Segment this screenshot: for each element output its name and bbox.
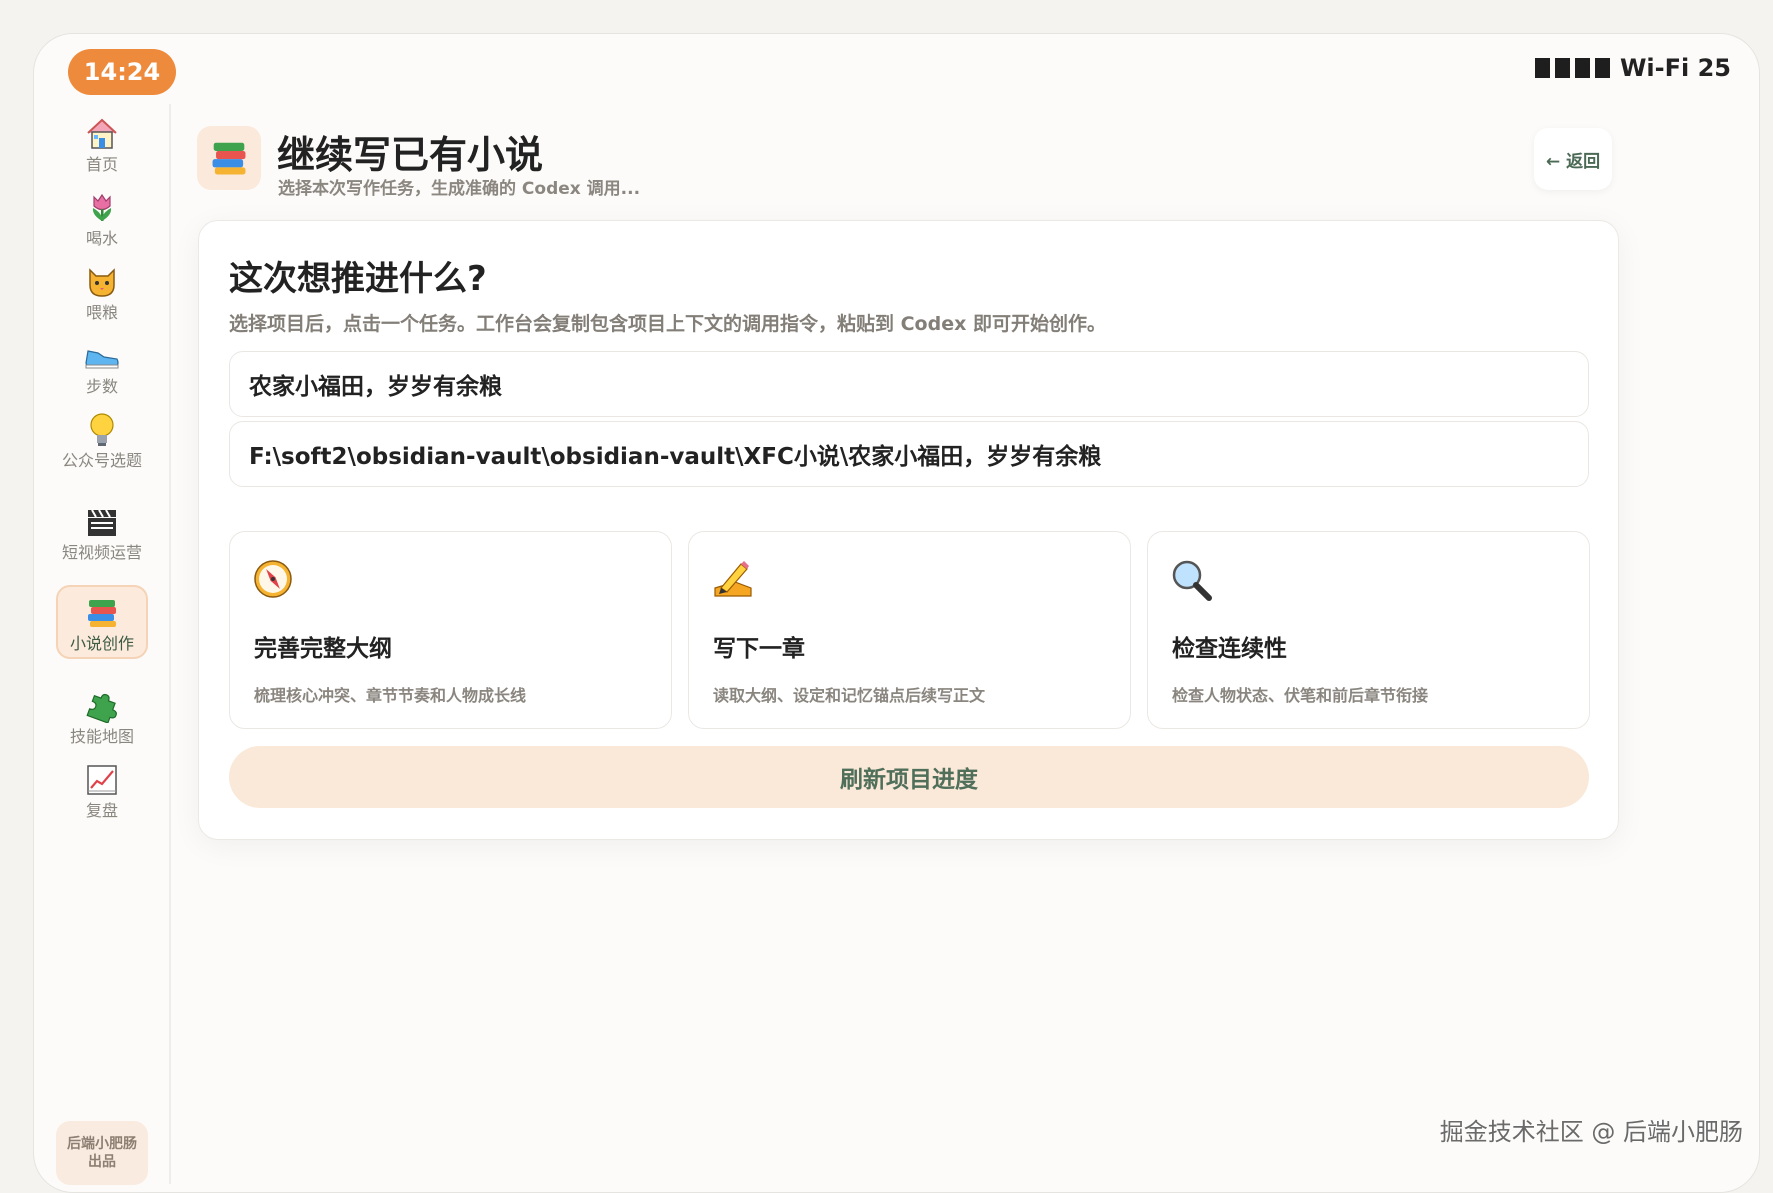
task-desc: 检查人物状态、伏笔和前后章节衔接 — [1172, 686, 1429, 705]
lightbulb-icon — [82, 410, 122, 450]
novel-app-icon — [197, 126, 261, 190]
status-indicators: Wi-Fi 25 — [1534, 54, 1731, 82]
books-icon — [82, 593, 122, 633]
task-title: 完善完整大纲 — [254, 636, 392, 662]
task-desc: 梳理核心冲突、章节节奏和人物成长线 — [254, 686, 527, 705]
puzzle-icon — [82, 686, 122, 726]
card-title: 这次想推进什么? — [229, 259, 487, 299]
magnifier-icon — [1170, 558, 1216, 604]
project-path-field[interactable]: F:\soft2\obsidian-vault\obsidian-vault\X… — [229, 421, 1589, 487]
refresh-progress-button[interactable]: 刷新项目进度 — [229, 746, 1589, 808]
sidebar-item-novel[interactable]: 小说创作 — [56, 585, 148, 659]
task-title: 检查连续性 — [1172, 636, 1287, 662]
app-window: 14:24 Wi-Fi 25 首页 喝水 喂粮 步数 公众号选题 短视频运营 小… — [33, 33, 1760, 1193]
sidebar-item-review[interactable]: 复盘 — [56, 760, 148, 820]
task-continuity[interactable]: 检查连续性 检查人物状态、伏笔和前后章节衔接 — [1147, 531, 1590, 729]
sidebar: 首页 喝水 喂粮 步数 公众号选题 短视频运营 小说创作 技能地图 复盘 后端小… — [34, 104, 171, 1185]
compass-icon — [252, 558, 298, 604]
sidebar-item-home[interactable]: 首页 — [56, 114, 148, 174]
credit-badge: 后端小肥肠出品 — [56, 1121, 148, 1185]
page-title: 继续写已有小说 — [277, 133, 544, 177]
tulip-icon — [82, 188, 122, 228]
task-outline[interactable]: 完善完整大纲 梳理核心冲突、章节节奏和人物成长线 — [229, 531, 672, 729]
back-button[interactable]: ← 返回 — [1534, 128, 1612, 190]
pencil-writing-icon — [711, 558, 757, 604]
status-time: 14:24 — [68, 49, 176, 95]
page-subtitle: 选择本次写作任务，生成准确的 Codex 调用... — [278, 179, 641, 199]
network-label: Wi-Fi 25 — [1619, 54, 1731, 82]
task-title: 写下一章 — [713, 636, 805, 662]
chart-icon — [82, 760, 122, 800]
watermark: 掘金技术社区 @ 后端小肥肠 — [1439, 1118, 1743, 1146]
sidebar-item-wechat-topics[interactable]: 公众号选题 — [56, 410, 148, 470]
house-icon — [82, 114, 122, 154]
sidebar-item-short-video[interactable]: 短视频运营 — [56, 502, 148, 562]
sidebar-item-steps[interactable]: 步数 — [56, 336, 148, 396]
sidebar-item-skill-map[interactable]: 技能地图 — [56, 686, 148, 746]
project-select[interactable]: 农家小福田，岁岁有余粮 — [229, 351, 1589, 417]
signal-bars-icon — [1534, 58, 1610, 78]
sidebar-item-feed[interactable]: 喂粮 — [56, 262, 148, 322]
task-card: 这次想推进什么? 选择项目后，点击一个任务。工作台会复制包含项目上下文的调用指令… — [198, 220, 1619, 840]
task-desc: 读取大纲、设定和记忆锚点后续写正文 — [713, 686, 986, 705]
card-description: 选择项目后，点击一个任务。工作台会复制包含项目上下文的调用指令，粘贴到 Code… — [229, 313, 1106, 335]
clapper-icon — [82, 502, 122, 542]
sneaker-icon — [82, 336, 122, 376]
cat-icon — [82, 262, 122, 302]
task-next-chapter[interactable]: 写下一章 读取大纲、设定和记忆锚点后续写正文 — [688, 531, 1131, 729]
sidebar-item-water[interactable]: 喝水 — [56, 188, 148, 248]
